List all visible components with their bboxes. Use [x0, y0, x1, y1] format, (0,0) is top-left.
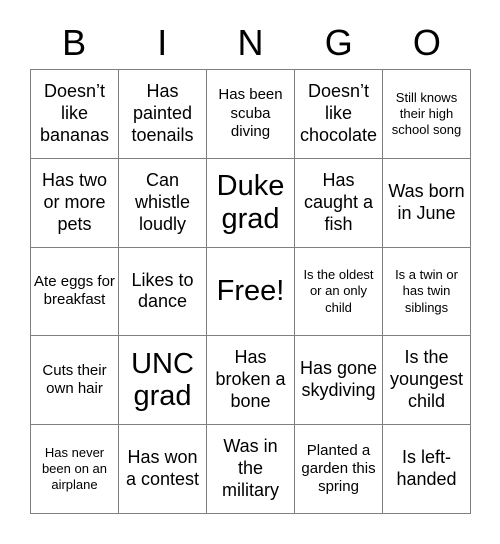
bingo-cell-label: Ate eggs for breakfast	[34, 273, 115, 309]
bingo-cell[interactable]: Has gone skydiving	[295, 336, 383, 426]
bingo-cell[interactable]: Doesn’t like chocolate	[295, 70, 383, 159]
bingo-cell[interactable]: Cuts their own hair	[31, 336, 119, 426]
bingo-cell-label: Is the youngest child	[389, 347, 464, 412]
bingo-cell-label: Free!	[216, 275, 285, 308]
bingo-cell[interactable]: Is a twin or has twin siblings	[383, 247, 471, 337]
bingo-cell[interactable]: Can whistle loudly	[119, 158, 207, 248]
bingo-cell[interactable]: Has won a contest	[119, 425, 207, 514]
bingo-cell[interactable]: Has caught a fish	[295, 158, 383, 248]
bingo-cell[interactable]: Still knows their high school song	[383, 70, 471, 159]
bingo-cell-label: Cuts their own hair	[42, 361, 107, 398]
bingo-header-letter-b: B	[62, 21, 87, 63]
bingo-cell-label: Duke grad	[216, 170, 285, 235]
bingo-cell-label: Is left-handed	[396, 447, 457, 490]
bingo-card: B I N G O Doesn’t like bananas Has painte…	[0, 0, 500, 544]
bingo-cell-label: Is the oldest or an only child	[303, 267, 374, 315]
bingo-cell[interactable]: Is the youngest child	[383, 336, 471, 426]
bingo-cell-label: Still knows their high school song	[391, 89, 462, 137]
bingo-cell-label: Is a twin or has twin siblings	[395, 267, 458, 315]
bingo-cell-label: Has been scuba diving	[218, 86, 283, 141]
bingo-cell[interactable]: Ate eggs for breakfast	[31, 247, 119, 337]
bingo-cell-label: Has two or more pets	[41, 169, 108, 234]
bingo-cell-label: Was in the military	[222, 436, 279, 501]
bingo-cell-label: Doesn’t like bananas	[39, 80, 110, 145]
bingo-cell-label: Was born in June	[388, 180, 465, 223]
bingo-cell[interactable]: Has two or more pets	[31, 158, 119, 248]
bingo-free-space-cell[interactable]: Free!	[207, 247, 295, 337]
bingo-cell[interactable]: UNC grad	[119, 336, 207, 426]
bingo-cell[interactable]: Has painted toenails	[119, 70, 207, 159]
bingo-cell[interactable]: Was in the military	[207, 425, 295, 514]
bingo-cell-label: Has gone skydiving	[299, 358, 378, 401]
bingo-header-letter-i: I	[157, 21, 168, 63]
bingo-header-letter-o: O	[412, 21, 441, 63]
bingo-cell-label: Has never been on an airplane	[41, 444, 108, 493]
bingo-cell-label: Has won a contest	[125, 447, 200, 490]
bingo-cell-label: Likes to dance	[131, 269, 194, 312]
bingo-cell[interactable]: Likes to dance	[119, 247, 207, 337]
bingo-cell-label: UNC grad	[131, 347, 194, 413]
bingo-cell[interactable]: Is the oldest or an only child	[295, 247, 383, 337]
bingo-cell-label: Has painted toenails	[131, 80, 194, 145]
bingo-grid: Doesn’t like bananas Has painted toenails…	[30, 69, 471, 514]
bingo-cell[interactable]: Has broken a bone	[207, 336, 295, 426]
bingo-cell[interactable]: Has been scuba diving	[207, 70, 295, 159]
bingo-cell[interactable]: Has never been on an airplane	[31, 425, 119, 514]
bingo-cell[interactable]: Duke grad	[207, 158, 295, 248]
bingo-cell[interactable]: Doesn’t like bananas	[31, 70, 119, 159]
bingo-cell-label: Can whistle loudly	[134, 169, 191, 234]
bingo-cell[interactable]: Planted a garden this spring	[295, 425, 383, 514]
bingo-cell[interactable]: Was born in June	[383, 158, 471, 248]
bingo-header: B I N G O	[30, 16, 471, 69]
bingo-cell-label: Doesn’t like chocolate	[299, 80, 378, 145]
bingo-cell[interactable]: Is left-handed	[383, 425, 471, 514]
bingo-cell-label: Has caught a fish	[303, 169, 374, 234]
bingo-header-letter-n: N	[237, 21, 264, 63]
bingo-cell-label: Has broken a bone	[215, 347, 286, 412]
bingo-cell-label: Planted a garden this spring	[301, 441, 376, 496]
bingo-header-letter-g: G	[324, 21, 353, 63]
